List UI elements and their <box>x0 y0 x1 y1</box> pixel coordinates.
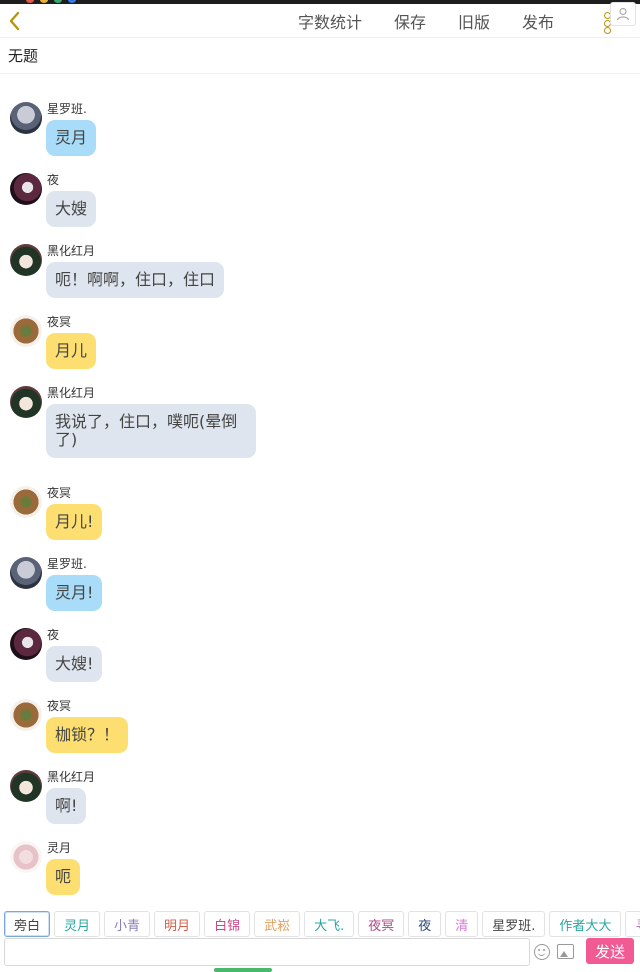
sender-name: 夜冥 <box>47 699 72 713</box>
avatar[interactable] <box>10 386 42 418</box>
message-bubble[interactable]: 灵月 <box>46 120 97 156</box>
top-actions: 字数统计 保存 旧版 发布 <box>298 4 554 38</box>
character-tab[interactable]: 明月 <box>154 911 201 937</box>
status-dot <box>40 0 48 3</box>
message-bubble[interactable]: 我说了，住口，噗呃(晕倒了) <box>46 404 256 458</box>
message-input[interactable] <box>4 938 530 966</box>
sender-name: 夜冥 <box>47 486 72 500</box>
message-bubble[interactable]: 呃 <box>46 859 81 895</box>
message-bubble[interactable]: 月儿! <box>46 504 103 540</box>
sender-name: 夜 <box>47 628 60 642</box>
avatar[interactable] <box>10 173 42 205</box>
top-toolbar: 字数统计 保存 旧版 发布 <box>0 4 640 38</box>
status-dot <box>26 0 34 3</box>
character-tab[interactable]: 小青 <box>104 911 151 937</box>
sender-name: 黑化红月 <box>47 770 96 784</box>
avatar[interactable] <box>10 699 42 731</box>
publish-button[interactable]: 发布 <box>522 9 554 33</box>
old-version-button[interactable]: 旧版 <box>458 9 490 33</box>
sender-name: 夜冥 <box>47 315 72 329</box>
character-tab[interactable]: 夜 <box>408 911 442 937</box>
character-tab[interactable]: 星罗班. <box>482 911 546 937</box>
chat-list[interactable]: 啊.星罗班.灵月夜大嫂黑化红月呃！啊啊，住口，住口夜冥月儿黑化红月我说了，住口，… <box>0 74 640 906</box>
character-tab[interactable]: 清 <box>445 911 479 937</box>
sender-name: 灵月 <box>47 841 72 855</box>
character-tab[interactable]: 寻忆龍 <box>625 911 640 937</box>
input-bar: 发送 <box>0 938 640 972</box>
home-indicator <box>214 968 272 972</box>
character-tab[interactable]: 武崧 <box>254 911 301 937</box>
avatar[interactable] <box>10 486 42 518</box>
character-tab[interactable]: 白锦 <box>204 911 251 937</box>
message-bubble[interactable]: 月儿 <box>46 333 97 369</box>
avatar[interactable] <box>10 841 42 873</box>
send-button[interactable]: 发送 <box>586 938 634 964</box>
character-tab[interactable]: 灵月 <box>54 911 101 937</box>
back-icon[interactable] <box>6 10 28 32</box>
status-dot <box>54 0 62 3</box>
save-button[interactable]: 保存 <box>394 9 426 33</box>
image-icon[interactable] <box>557 944 574 959</box>
character-tab[interactable]: 作者大大 <box>549 911 622 937</box>
avatar[interactable] <box>10 244 42 276</box>
emoji-icon[interactable] <box>534 944 550 960</box>
message-bubble[interactable]: 大嫂! <box>46 646 103 682</box>
message-bubble[interactable]: 啊! <box>46 788 87 824</box>
character-tab[interactable]: 旁白 <box>4 911 51 937</box>
status-dot <box>68 0 76 3</box>
story-title[interactable]: 无题 <box>0 38 640 74</box>
sender-name: 黑化红月 <box>47 244 96 258</box>
message-bubble[interactable]: 呃！啊啊，住口，住口 <box>46 262 225 298</box>
avatar[interactable] <box>10 628 42 660</box>
sender-name: 黑化红月 <box>47 386 96 400</box>
avatar[interactable] <box>10 557 42 589</box>
sender-name: 星罗班. <box>47 102 87 116</box>
message-bubble[interactable]: 大嫂 <box>46 191 97 227</box>
avatar[interactable] <box>10 315 42 347</box>
word-count-button[interactable]: 字数统计 <box>298 9 362 33</box>
sender-name: 夜 <box>47 173 60 187</box>
sender-name: 星罗班. <box>47 557 87 571</box>
character-tab[interactable]: 大飞. <box>304 911 355 937</box>
character-tabs: 旁白灵月小青明月白锦武崧大飞.夜冥夜清星罗班.作者大大寻忆龍 <box>0 910 640 938</box>
user-icon[interactable] <box>610 2 636 26</box>
message-bubble[interactable]: 枷锁？！ <box>46 717 129 753</box>
character-tab[interactable]: 夜冥 <box>358 911 405 937</box>
message-bubble[interactable]: 灵月! <box>46 575 103 611</box>
avatar[interactable] <box>10 102 42 134</box>
avatar[interactable] <box>10 770 42 802</box>
